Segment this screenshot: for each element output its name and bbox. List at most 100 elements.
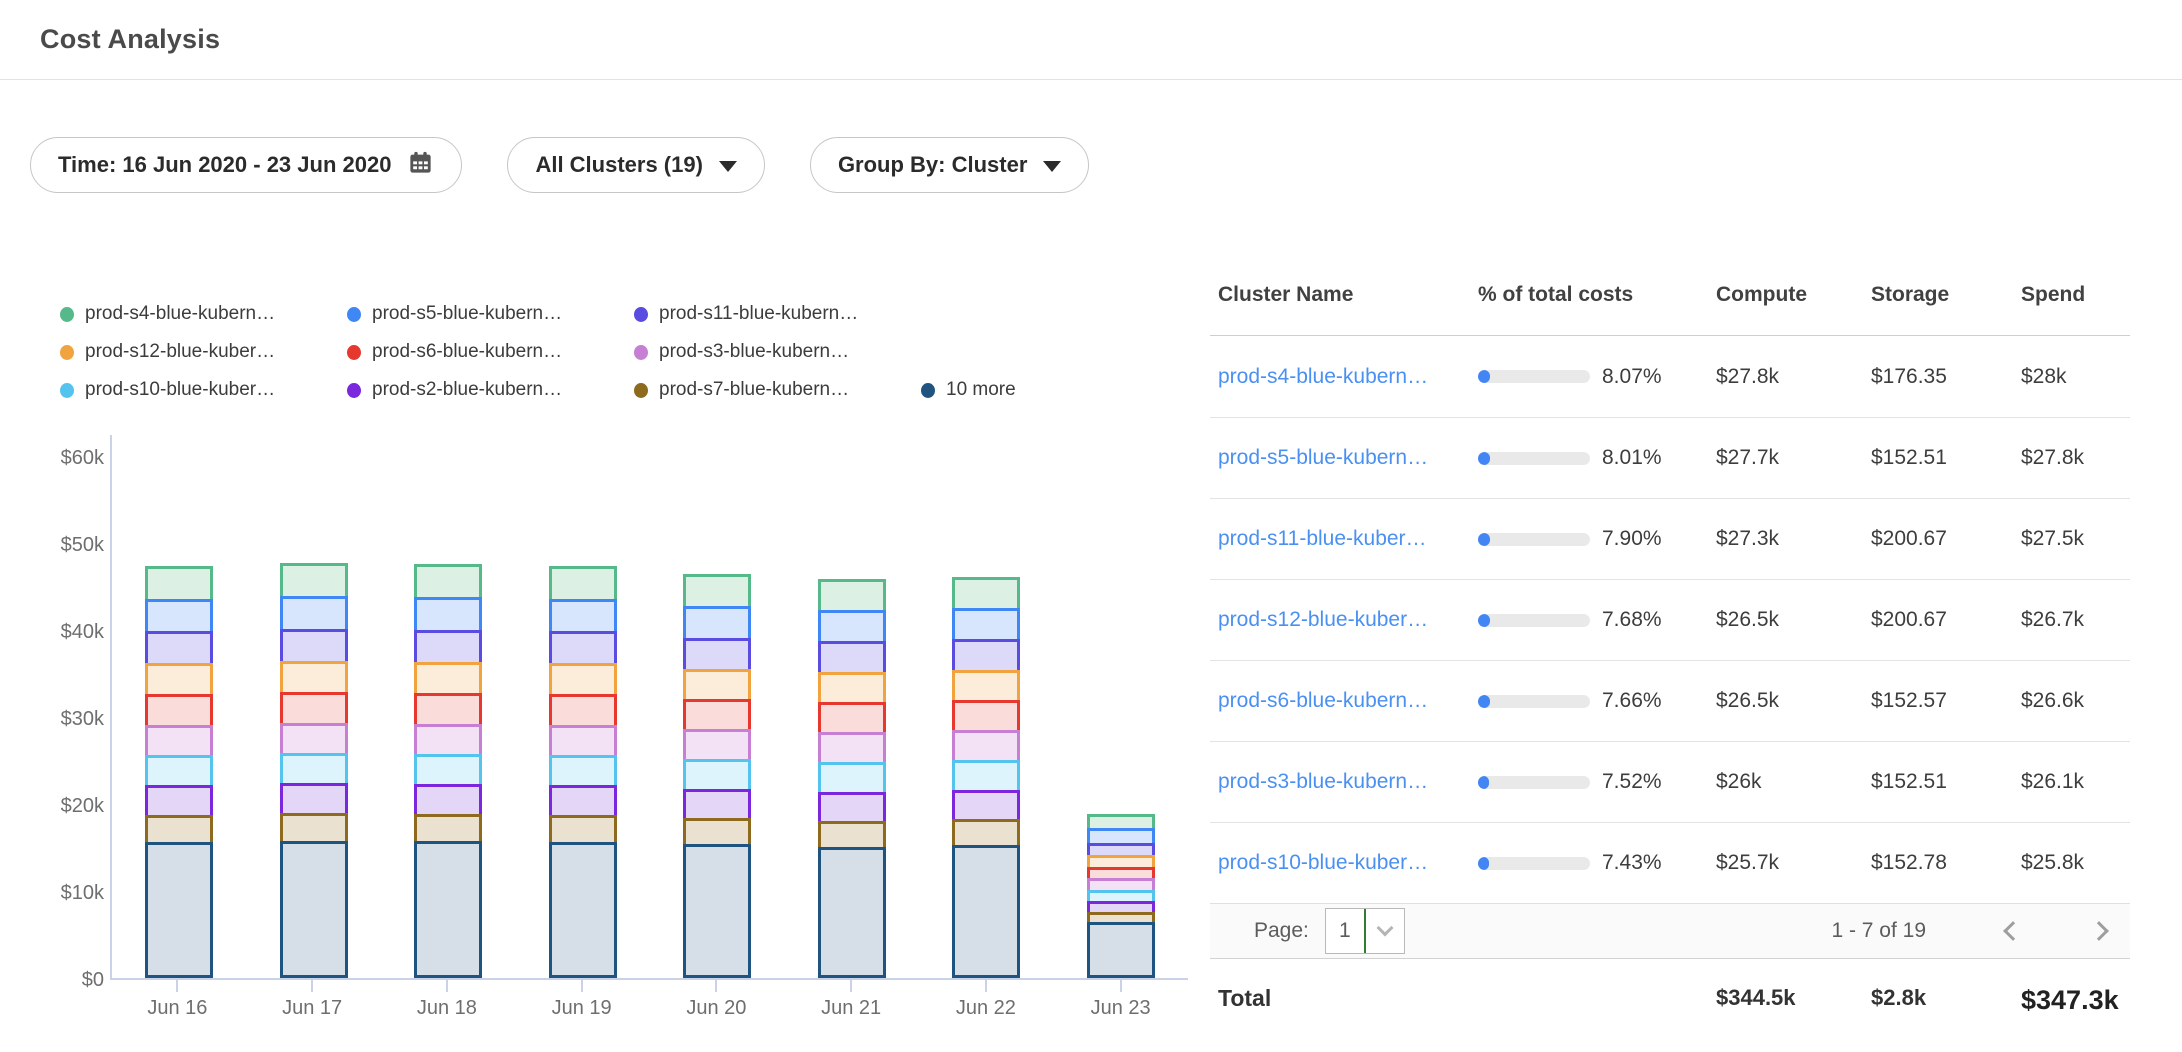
cluster-name-link[interactable]: prod-s3-blue-kubern…	[1218, 770, 1478, 794]
bar-segment[interactable]	[280, 753, 348, 786]
bar-segment[interactable]	[818, 762, 886, 795]
legend-item[interactable]: prod-s7-blue-kubern…	[634, 379, 921, 401]
cluster-name-link[interactable]: prod-s12-blue-kuber…	[1218, 608, 1478, 632]
bar-segment[interactable]	[280, 813, 348, 844]
stacked-bar[interactable]	[280, 563, 348, 978]
bar-segment[interactable]	[818, 792, 886, 824]
legend-item[interactable]: prod-s4-blue-kubern…	[60, 303, 347, 325]
bar-segment[interactable]	[952, 639, 1020, 673]
legend-item[interactable]: prod-s6-blue-kubern…	[347, 341, 634, 363]
bar-segment[interactable]	[145, 599, 213, 634]
bar-segment[interactable]	[280, 692, 348, 726]
legend-item[interactable]: 10 more	[921, 379, 1016, 401]
bar-segment[interactable]	[280, 841, 348, 978]
cluster-name-link[interactable]: prod-s11-blue-kuber…	[1218, 527, 1478, 551]
legend-item[interactable]: prod-s10-blue-kuber…	[60, 379, 347, 401]
bar-segment[interactable]	[818, 672, 886, 705]
bar-segment[interactable]	[414, 784, 482, 817]
bar-segment[interactable]	[414, 693, 482, 727]
bar-segment[interactable]	[414, 630, 482, 665]
bar-segment[interactable]	[145, 725, 213, 758]
bar-segment[interactable]	[952, 760, 1020, 793]
bar-segment[interactable]	[818, 641, 886, 675]
legend-item[interactable]: prod-s3-blue-kubern…	[634, 341, 921, 363]
bar-segment[interactable]	[683, 729, 751, 762]
bar-segment[interactable]	[952, 670, 1020, 703]
bar-segment[interactable]	[549, 663, 617, 697]
bar-segment[interactable]	[683, 759, 751, 792]
bar-segment[interactable]	[280, 629, 348, 664]
bar-segment[interactable]	[414, 724, 482, 757]
bar-segment[interactable]	[952, 700, 1020, 733]
bar-segment[interactable]	[145, 755, 213, 788]
stacked-bar[interactable]	[952, 577, 1020, 978]
cluster-name-link[interactable]: prod-s5-blue-kubern…	[1218, 446, 1478, 470]
bar-segment[interactable]	[549, 599, 617, 634]
bar-segment[interactable]	[145, 566, 213, 602]
bar-segment[interactable]	[549, 631, 617, 666]
stacked-bar[interactable]	[1087, 814, 1155, 978]
bar-segment[interactable]	[414, 754, 482, 787]
stacked-bar[interactable]	[549, 566, 617, 978]
cluster-name-link[interactable]: prod-s4-blue-kubern…	[1218, 365, 1478, 389]
bar-segment[interactable]	[683, 699, 751, 732]
legend-item[interactable]: prod-s12-blue-kuber…	[60, 341, 347, 363]
bar-segment[interactable]	[414, 841, 482, 978]
bar-segment[interactable]	[818, 821, 886, 850]
bar-segment[interactable]	[414, 814, 482, 844]
stacked-bar[interactable]	[414, 564, 482, 978]
bar-segment[interactable]	[414, 564, 482, 600]
bar-segment[interactable]	[549, 725, 617, 758]
bar-segment[interactable]	[683, 669, 751, 702]
stacked-bar[interactable]	[683, 574, 751, 978]
bar-segment[interactable]	[549, 755, 617, 788]
bar-segment[interactable]	[683, 606, 751, 641]
bar-segment[interactable]	[280, 596, 348, 632]
bar-segment[interactable]	[145, 842, 213, 978]
bar-segment[interactable]	[549, 785, 617, 818]
legend-item[interactable]: prod-s11-blue-kubern…	[634, 303, 921, 325]
bar-segment[interactable]	[683, 789, 751, 821]
bar-segment[interactable]	[1087, 922, 1155, 978]
bar-segment[interactable]	[683, 638, 751, 672]
next-page-button[interactable]	[2082, 914, 2116, 948]
cluster-name-link[interactable]: prod-s10-blue-kuber…	[1218, 851, 1478, 875]
bar-segment[interactable]	[818, 702, 886, 735]
bar-segment[interactable]	[818, 847, 886, 978]
stacked-bar[interactable]	[145, 566, 213, 978]
bar-segment[interactable]	[280, 723, 348, 756]
clusters-filter[interactable]: All Clusters (19)	[507, 137, 765, 193]
legend-item[interactable]: prod-s2-blue-kubern…	[347, 379, 634, 401]
legend-item[interactable]: prod-s5-blue-kubern…	[347, 303, 634, 325]
bar-segment[interactable]	[145, 663, 213, 697]
bar-segment[interactable]	[683, 818, 751, 847]
bar-segment[interactable]	[952, 730, 1020, 763]
bar-segment[interactable]	[952, 819, 1020, 848]
bar-segment[interactable]	[145, 815, 213, 845]
previous-page-button[interactable]	[1996, 914, 2030, 948]
time-range-filter[interactable]: Time: 16 Jun 2020 - 23 Jun 2020	[30, 137, 462, 193]
bar-segment[interactable]	[145, 694, 213, 728]
bar-segment[interactable]	[952, 790, 1020, 822]
bar-segment[interactable]	[280, 783, 348, 816]
bar-segment[interactable]	[683, 574, 751, 609]
bar-segment[interactable]	[952, 845, 1020, 978]
bar-segment[interactable]	[549, 842, 617, 978]
bar-segment[interactable]	[145, 631, 213, 666]
bar-segment[interactable]	[280, 661, 348, 695]
bar-segment[interactable]	[145, 785, 213, 818]
stacked-bar[interactable]	[818, 579, 886, 978]
group-by-filter[interactable]: Group By: Cluster	[810, 137, 1089, 193]
page-select[interactable]: 1	[1325, 908, 1405, 954]
bar-segment[interactable]	[280, 563, 348, 599]
bar-segment[interactable]	[414, 597, 482, 633]
bar-segment[interactable]	[549, 566, 617, 602]
bar-segment[interactable]	[683, 844, 751, 978]
bar-segment[interactable]	[818, 579, 886, 613]
bar-segment[interactable]	[818, 610, 886, 644]
bar-segment[interactable]	[952, 577, 1020, 611]
bar-segment[interactable]	[414, 662, 482, 696]
bar-segment[interactable]	[549, 694, 617, 728]
cluster-name-link[interactable]: prod-s6-blue-kubern…	[1218, 689, 1478, 713]
bar-segment[interactable]	[818, 732, 886, 765]
